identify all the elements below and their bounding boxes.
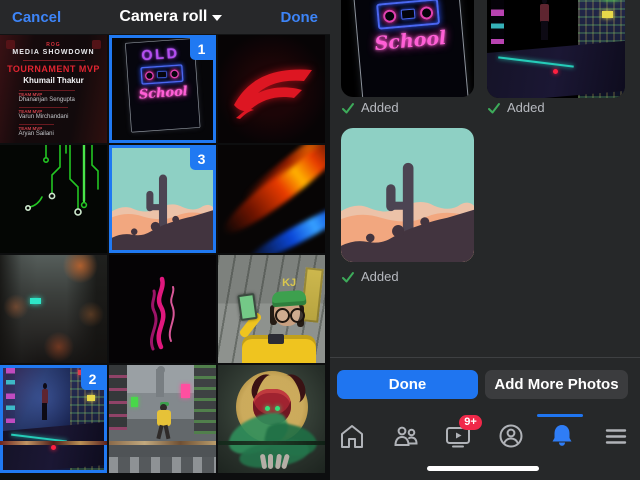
photo-tile-tournament-poster[interactable]: ROG MEDIA SHOWDOWN TOURNAMENT MVP Khumai… — [0, 35, 107, 143]
next-row-sliver — [0, 441, 330, 445]
nav-home[interactable] — [338, 422, 366, 450]
photo-tile-rainy-alley[interactable] — [0, 255, 107, 363]
photo-tile-city-street[interactable] — [109, 365, 216, 473]
selected-photo-cyberpunk[interactable] — [487, 0, 625, 98]
nav-watch[interactable]: 9+ — [444, 415, 482, 450]
photo-tile-circuit-board[interactable] — [0, 145, 107, 253]
home-indicator[interactable] — [427, 466, 539, 471]
profile-icon — [499, 424, 523, 448]
added-status: Added — [341, 269, 399, 284]
friends-icon — [394, 426, 418, 446]
photo-grid: ROG MEDIA SHOWDOWN TOURNAMENT MVP Khumai… — [0, 35, 330, 480]
photo-tile-oni-mask[interactable] — [218, 365, 325, 473]
selection-badge: 2 — [81, 368, 104, 390]
neon-boombox — [140, 64, 184, 85]
picker-header: Cancel Camera roll Done — [0, 0, 330, 34]
bottom-nav-bar: 9+ — [330, 412, 640, 462]
check-icon — [488, 102, 500, 113]
poster-logos — [6, 40, 101, 49]
glasses-left — [274, 307, 290, 323]
notification-count-badge: 9+ — [459, 415, 482, 430]
photo-tile-light-streaks[interactable] — [218, 145, 325, 253]
nav-notifications[interactable] — [548, 422, 576, 450]
poster-entries: TEAM MVP Dhananjan Sengupta TEAM MVP Var… — [18, 90, 75, 137]
add-more-photos-button[interactable]: Add More Photos — [485, 370, 628, 399]
check-icon — [342, 102, 354, 113]
done-link[interactable]: Done — [281, 9, 319, 26]
selfie-phone — [237, 292, 259, 321]
photo-tile-pink-flame[interactable] — [109, 255, 216, 363]
done-button[interactable]: Done — [337, 370, 478, 399]
selection-badge: 1 — [190, 38, 213, 60]
poster-mvp-name: Khumail Thakur — [23, 76, 84, 85]
photo-tile-cyberpunk-rooftop[interactable]: 2 — [0, 365, 107, 473]
pink-flame-art — [150, 276, 175, 351]
album-title: Camera roll — [119, 8, 208, 25]
photo-tile-desert-cactus[interactable]: 3 — [109, 145, 216, 253]
poster-mvp-label: TOURNAMENT MVP — [7, 64, 100, 74]
selected-photo-neon[interactable]: OLD School — [341, 0, 474, 97]
circuit-traces — [24, 145, 99, 216]
active-tab-indicator — [537, 414, 583, 417]
nav-menu[interactable] — [602, 422, 630, 450]
selected-photo-cactus[interactable] — [341, 128, 474, 262]
photo-tile-killjoy-selfie[interactable]: KJ — [218, 255, 325, 363]
added-status: Added — [341, 100, 399, 115]
poster-event-title: MEDIA SHOWDOWN — [12, 49, 95, 56]
photo-tile-neon-old-school[interactable]: OLD School 1 — [109, 35, 216, 143]
nav-profile[interactable] — [497, 422, 525, 450]
notifications-icon — [552, 425, 572, 446]
person-silhouette — [538, 0, 550, 41]
section-divider — [330, 357, 640, 358]
neon-sign: OLD School — [350, 0, 470, 97]
added-status: Added — [487, 100, 545, 115]
check-icon — [342, 271, 354, 282]
selection-badge: 3 — [190, 148, 213, 170]
photo-picker-screen: Cancel Camera roll Done ROG MEDIA SHOWDO… — [0, 0, 640, 480]
cancel-button[interactable]: Cancel — [12, 9, 61, 26]
nav-friends[interactable] — [392, 422, 420, 450]
camera-roll-panel: Cancel Camera roll Done ROG MEDIA SHOWDO… — [0, 0, 330, 480]
cactus-illustration — [341, 128, 474, 262]
glasses-right — [289, 307, 305, 323]
album-selector[interactable]: Camera roll — [119, 8, 223, 26]
chevron-down-icon — [212, 15, 223, 21]
kj-wall-tag: KJ — [282, 276, 297, 289]
rog-eye-icon — [234, 69, 312, 119]
person-silhouette — [40, 383, 49, 420]
selected-photos-panel: OLD School Added — [330, 0, 640, 480]
home-icon — [341, 425, 363, 448]
menu-icon — [605, 429, 627, 444]
photo-tile-rog-logo[interactable] — [218, 35, 325, 143]
